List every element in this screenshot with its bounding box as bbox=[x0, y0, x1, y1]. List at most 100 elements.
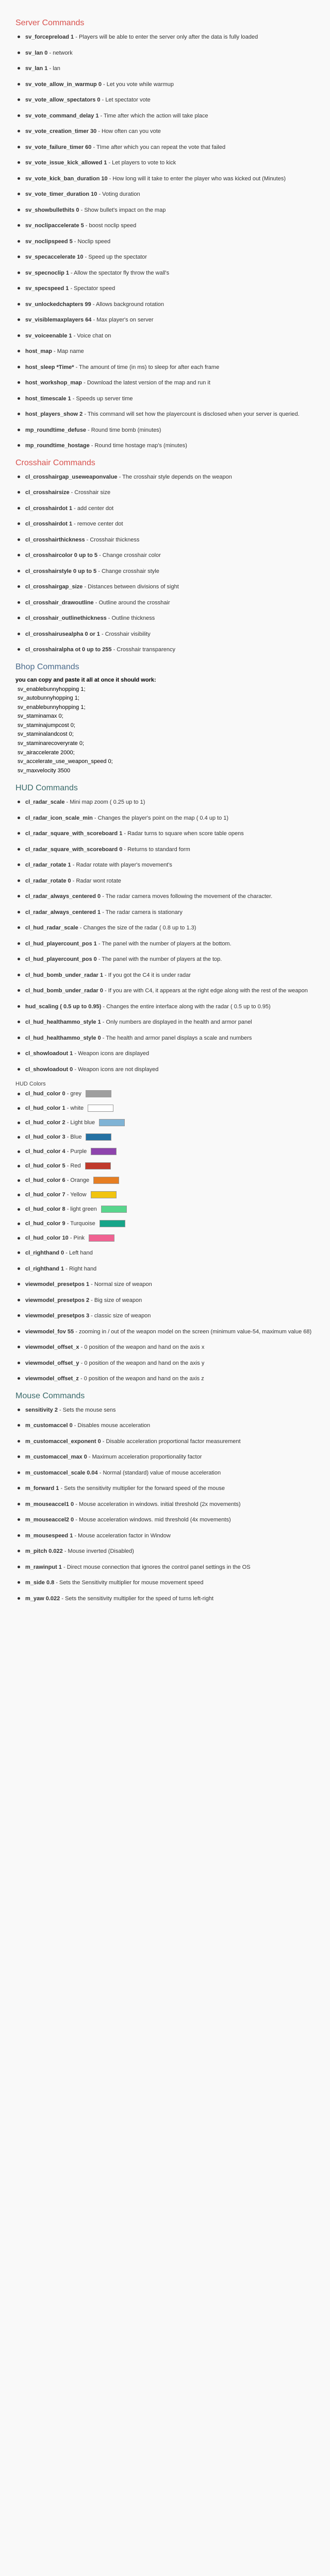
command-desc: remove center dot bbox=[77, 521, 123, 527]
command-name: cl_crosshairgap_size bbox=[25, 584, 82, 590]
command-name: sv_vote_failure_timer 60 bbox=[25, 144, 91, 150]
command-name: sv_unlockedchapters 99 bbox=[25, 301, 91, 308]
color-swatch bbox=[91, 1191, 117, 1198]
command-name: m_customaccel 0 bbox=[25, 1422, 73, 1429]
command-name: sv_vote_creation_timer 30 bbox=[25, 128, 96, 134]
color-label: Blue bbox=[70, 1134, 81, 1140]
crosshair-list: cl_crosshairgap_useweaponvalue - The cro… bbox=[18, 473, 315, 654]
command-name: cl_radar_always_centered 1 bbox=[25, 909, 101, 916]
command-desc: Normal size of weapon bbox=[94, 1281, 152, 1287]
bhop-list: sv_enablebunnyhopping 1;sv_autobunnyhopp… bbox=[15, 685, 315, 776]
command-item: m_forward 1 - Sets the sensitivity multi… bbox=[18, 1484, 315, 1493]
command-item: cl_radar_scale - Mini map zoom ( 0.25 up… bbox=[18, 798, 315, 807]
command-desc: zooming in / out of the weapon model on … bbox=[79, 1329, 311, 1335]
command-item: sv_specspeed 1 - Spectator speed bbox=[18, 284, 315, 293]
command-name: sv_vote_allow_spectators 0 bbox=[25, 97, 101, 103]
command-desc: 0 position of the weapon and hand on the… bbox=[84, 1360, 204, 1366]
command-name: m_side 0.8 bbox=[25, 1580, 54, 1586]
color-label: Turquoise bbox=[70, 1221, 95, 1227]
command-desc: Direct mouse connection that ignores the… bbox=[67, 1564, 251, 1570]
bhop-line: sv_staminalandcost 0; bbox=[18, 730, 315, 739]
command-item: sv_visiblemaxplayers 64 - Max player's o… bbox=[18, 316, 315, 325]
command-item: sv_vote_failure_timer 60 - TIme after wh… bbox=[18, 143, 315, 152]
command-name: m_mousespeed 1 bbox=[25, 1533, 73, 1539]
command-item: cl_crosshairthickness - Crosshair thickn… bbox=[18, 536, 315, 545]
command-desc: Mouse inverted (Disabled) bbox=[68, 1548, 134, 1554]
command-name: cl_hud_color 0 bbox=[25, 1091, 65, 1097]
command-item: sv_vote_creation_timer 30 - How often ca… bbox=[18, 127, 315, 136]
command-name: cl_radar_rotate 0 bbox=[25, 878, 71, 884]
command-name: sv_visiblemaxplayers 64 bbox=[25, 317, 91, 323]
color-swatch bbox=[101, 1206, 127, 1213]
command-desc: Voice chat on bbox=[77, 333, 111, 339]
command-item: host_workshop_map - Download the latest … bbox=[18, 379, 315, 387]
command-desc: The radar camera is stationary bbox=[106, 909, 183, 916]
command-name: viewmodel_presetpos 3 bbox=[25, 1313, 89, 1319]
hud-color-item: cl_hud_color 8 - light green bbox=[18, 1206, 315, 1213]
command-desc: The radar camera moves following the mov… bbox=[106, 893, 272, 900]
command-name: cl_hud_playercount_pos 0 bbox=[25, 956, 97, 962]
command-name: sv_lan 0 bbox=[25, 50, 47, 56]
command-item: sv_vote_command_delay 1 - Time after whi… bbox=[18, 112, 315, 121]
bhop-intro: you can copy and paste it all at once it… bbox=[15, 677, 315, 683]
hud-color-item: cl_hud_color 2 - Light blue bbox=[18, 1119, 315, 1126]
command-desc: Time after which the action will take pl… bbox=[104, 113, 208, 119]
color-label: Light blue bbox=[70, 1120, 95, 1126]
command-desc: add center dot bbox=[77, 505, 113, 512]
command-desc: Mouse acceleration factor in Window bbox=[78, 1533, 171, 1539]
command-desc: Speeds up server time bbox=[76, 396, 133, 402]
command-desc: Map name bbox=[57, 348, 84, 354]
color-swatch bbox=[88, 1105, 113, 1112]
command-name: viewmodel_presetpos 2 bbox=[25, 1297, 89, 1303]
command-item: sv_vote_allow_in_warmup 0 - Let you vote… bbox=[18, 80, 315, 89]
command-item: m_mousespeed 1 - Mouse acceleration fact… bbox=[18, 1532, 315, 1540]
command-item: sv_vote_timer_duration 10 - Voting durat… bbox=[18, 190, 315, 199]
command-name: cl_radar_rotate 1 bbox=[25, 862, 71, 868]
hud-color-item: cl_hud_color 9 - Turquoise bbox=[18, 1220, 315, 1227]
command-item: hud_scaling ( 0.5 up to 0.95) - Changes … bbox=[18, 1003, 315, 1011]
command-name: cl_hud_color 2 bbox=[25, 1120, 65, 1126]
command-desc: Download the latest version of the map a… bbox=[87, 380, 210, 386]
command-name: m_rawinput 1 bbox=[25, 1564, 62, 1570]
command-desc: Max player's on server bbox=[96, 317, 153, 323]
command-item: cl_crosshairusealpha 0 or 1 - Crosshair … bbox=[18, 630, 315, 639]
command-desc: Crosshair size bbox=[74, 489, 110, 496]
command-name: cl_righthand 0 bbox=[25, 1250, 64, 1256]
command-item: m_customaccel_scale 0.04 - Normal (stand… bbox=[18, 1469, 315, 1478]
bhop-line: sv_enablebunnyhopping 1; bbox=[18, 703, 315, 713]
command-item: viewmodel_offset_y - 0 position of the w… bbox=[18, 1359, 315, 1368]
color-label: Yellow bbox=[70, 1192, 86, 1198]
hud-list: cl_radar_scale - Mini map zoom ( 0.25 up… bbox=[18, 798, 315, 1074]
command-item: cl_radar_rotate 0 - Radar wont rotate bbox=[18, 877, 315, 886]
command-item: sv_voiceenable 1 - Voice chat on bbox=[18, 332, 315, 341]
command-name: viewmodel_fov 55 bbox=[25, 1329, 74, 1335]
command-name: cl_hud_color 1 bbox=[25, 1105, 65, 1111]
command-desc: Let you vote while warmup bbox=[107, 81, 174, 88]
command-name: cl_righthand 1 bbox=[25, 1266, 64, 1272]
command-item: sensitivity 2 - Sets the mouse sens bbox=[18, 1406, 315, 1415]
command-name: cl_radar_icon_scale_min bbox=[25, 815, 93, 821]
command-name: m_mouseaccel1 0 bbox=[25, 1501, 74, 1507]
color-swatch bbox=[100, 1220, 125, 1227]
mouse-list: sensitivity 2 - Sets the mouse sens m_cus… bbox=[18, 1406, 315, 1603]
command-desc: Only numbers are displayed in the health… bbox=[106, 1019, 252, 1025]
command-name: cl_hud_healthammo_style 1 bbox=[25, 1019, 101, 1025]
command-item: cl_righthand 1 - Right hand bbox=[18, 1265, 315, 1274]
bhop-line: sv_airaccelerate 2000; bbox=[18, 749, 315, 758]
command-desc: Allows background rotation bbox=[96, 301, 164, 308]
command-name: cl_hud_color 10 bbox=[25, 1235, 69, 1241]
command-desc: Crosshair visibility bbox=[105, 631, 151, 637]
command-desc: lan bbox=[53, 65, 60, 72]
command-item: viewmodel_presetpos 3 - classic size of … bbox=[18, 1312, 315, 1320]
command-desc: Sets the sensitivity multiplier for the … bbox=[64, 1485, 225, 1492]
command-name: cl_hud_color 6 bbox=[25, 1177, 65, 1183]
command-name: cl_hud_bomb_under_radar 0 bbox=[25, 988, 103, 994]
command-item: sv_vote_issue_kick_allowed 1 - Let playe… bbox=[18, 159, 315, 167]
command-item: sv_showbullethits 0 - Show bullet's impa… bbox=[18, 206, 315, 215]
command-desc: Outline around the crosshair bbox=[98, 600, 170, 606]
command-name: sv_voiceenable 1 bbox=[25, 333, 72, 339]
command-name: sv_lan 1 bbox=[25, 65, 47, 72]
command-desc: Let players to vote to kick bbox=[112, 160, 176, 166]
command-desc: How long will it take to enter the playe… bbox=[112, 176, 286, 182]
command-desc: boost noclip speed bbox=[89, 223, 137, 229]
